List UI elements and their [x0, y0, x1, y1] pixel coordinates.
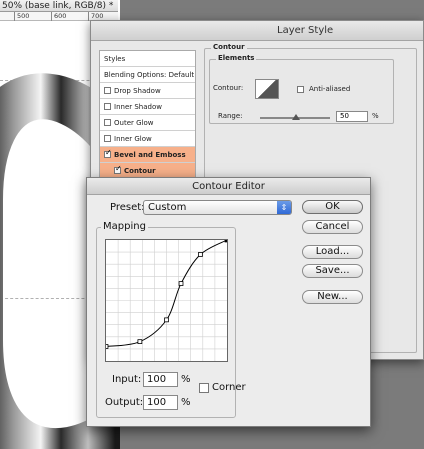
checkbox[interactable] — [104, 119, 111, 126]
chevron-up-down-icon: ⇕ — [277, 201, 291, 214]
output-unit: % — [181, 397, 191, 408]
contour-editor-dialog: Contour Editor Preset: Custom ⇕ OK Cance… — [86, 177, 371, 427]
load-button[interactable]: Load... — [302, 245, 363, 259]
new-button[interactable]: New... — [302, 290, 363, 304]
cancel-button[interactable]: Cancel — [302, 220, 363, 234]
curve-control-point[interactable] — [164, 317, 169, 323]
contour-label: Contour: — [213, 84, 244, 92]
corner-checkbox[interactable] — [199, 383, 209, 393]
list-item-label: Blending Options: Default — [104, 71, 195, 79]
styles-list-item-bevel-emboss[interactable]: Bevel and Emboss — [100, 147, 195, 163]
styles-list-item-inner-shadow[interactable]: Inner Shadow — [100, 99, 195, 115]
styles-list-item-drop-shadow[interactable]: Drop Shadow — [100, 83, 195, 99]
dialog-title: Contour Editor — [87, 178, 370, 195]
styles-list-item-outer-glow[interactable]: Outer Glow — [100, 115, 195, 131]
styles-list-item-blending-options[interactable]: Blending Options: Default — [100, 67, 195, 83]
mapping-label: Mapping — [101, 221, 148, 232]
group-label: Contour — [211, 43, 247, 51]
curve-control-point[interactable] — [105, 344, 109, 349]
range-input[interactable]: 50 — [336, 111, 368, 122]
corner-label: Corner — [212, 382, 246, 393]
input-field[interactable]: 100 — [143, 372, 178, 387]
curve-control-point[interactable] — [137, 339, 143, 345]
list-item-label: Outer Glow — [114, 119, 154, 127]
preset-select[interactable]: Custom ⇕ — [143, 200, 292, 215]
range-slider-knob[interactable] — [292, 114, 300, 120]
checkbox[interactable] — [104, 103, 111, 110]
checkbox[interactable] — [114, 164, 122, 174]
list-item-label: Bevel and Emboss — [114, 151, 186, 159]
anti-aliased-label: Anti-aliased — [309, 85, 351, 93]
ok-button[interactable]: OK — [302, 200, 363, 214]
list-item-label: Styles — [104, 55, 126, 63]
preset-value: Custom — [148, 202, 187, 213]
save-button[interactable]: Save... — [302, 264, 363, 278]
anti-aliased-checkbox[interactable] — [297, 86, 304, 93]
curve-control-point[interactable] — [198, 252, 203, 257]
list-item-label: Drop Shadow — [114, 87, 161, 95]
styles-list-item-styles[interactable]: Styles — [100, 51, 195, 67]
curve-control-point[interactable] — [224, 239, 228, 243]
checkbox[interactable] — [104, 148, 112, 158]
elements-group: Elements Contour: Anti-aliased Range: 50… — [209, 54, 394, 124]
contour-curve-graph[interactable] — [105, 239, 228, 362]
checkbox[interactable] — [104, 87, 111, 94]
range-label: Range: — [218, 112, 243, 120]
dialog-title: Layer Style — [91, 21, 423, 41]
input-label: Input: — [112, 374, 142, 385]
output-label: Output: — [105, 397, 144, 408]
range-unit: % — [372, 112, 379, 120]
list-item-label: Contour — [124, 167, 156, 175]
group-label: Elements — [216, 54, 257, 62]
graph-grid — [106, 240, 227, 361]
output-field[interactable]: 100 — [143, 395, 178, 410]
list-item-label: Inner Glow — [114, 135, 152, 143]
contour-picker[interactable] — [255, 79, 279, 99]
styles-list-item-inner-glow[interactable]: Inner Glow — [100, 131, 195, 147]
input-unit: % — [181, 374, 191, 385]
curve-control-point[interactable] — [178, 281, 184, 286]
preset-label: Preset: — [110, 202, 145, 213]
checkbox[interactable] — [104, 135, 111, 142]
list-item-label: Inner Shadow — [114, 103, 162, 111]
